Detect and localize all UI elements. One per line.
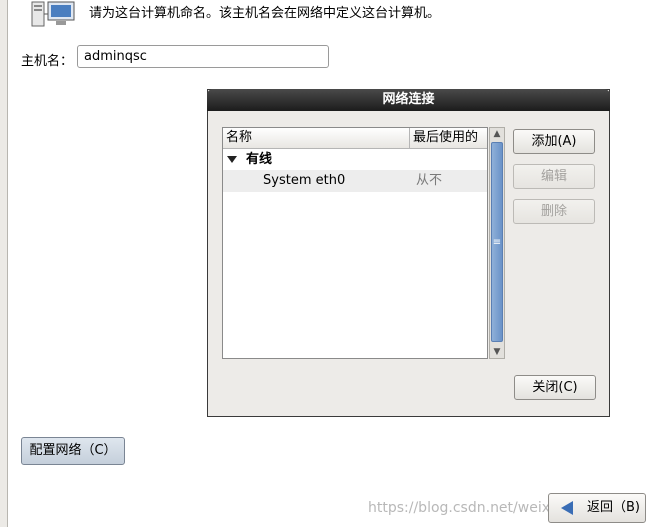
hostname-input[interactable]: adminqsc (77, 45, 329, 68)
group-row-wired[interactable]: 有线 (223, 149, 487, 170)
back-arrow-icon (561, 501, 573, 515)
list-scrollbar[interactable]: ▲ ≡ ▼ (489, 127, 505, 359)
hostname-label: 主机名： (21, 54, 74, 69)
connection-row[interactable]: System eth0 从不 (223, 170, 487, 192)
list-header: 名称 最后使用的 (223, 128, 487, 149)
scroll-thumb[interactable]: ≡ (491, 142, 503, 342)
connections-list[interactable]: 名称 最后使用的 有线 System eth0 从不 (222, 127, 488, 359)
connection-name: System eth0 (263, 173, 346, 188)
connection-last-used: 从不 (416, 173, 443, 188)
dialog-title: 网络连接 (207, 89, 610, 111)
add-button[interactable]: 添加(A) (513, 129, 595, 154)
back-button[interactable]: 返回（B) (548, 493, 646, 523)
column-header-last-used[interactable]: 最后使用的 (410, 128, 487, 148)
left-panel-edge (0, 0, 8, 527)
expander-triangle-icon[interactable] (227, 156, 237, 163)
scroll-down-icon[interactable]: ▼ (491, 346, 503, 358)
network-connections-dialog: 网络连接 名称 最后使用的 有线 System eth0 从不 ▲ ≡ ▼ 添加… (207, 89, 610, 417)
delete-button[interactable]: 删除 (513, 199, 595, 224)
group-label: 有线 (246, 152, 273, 167)
header-instruction: 请为这台计算机命名。该主机名会在网络中定义这台计算机。 (89, 6, 441, 21)
configure-network-button[interactable]: 配置网络（C） (21, 437, 125, 465)
close-button[interactable]: 关闭(C) (514, 375, 596, 400)
back-label: 返回（B) (587, 500, 640, 515)
column-header-name[interactable]: 名称 (223, 128, 410, 148)
edit-button[interactable]: 编辑 (513, 164, 595, 189)
scroll-up-icon[interactable]: ▲ (491, 128, 503, 140)
network-computers-icon (30, 0, 78, 28)
